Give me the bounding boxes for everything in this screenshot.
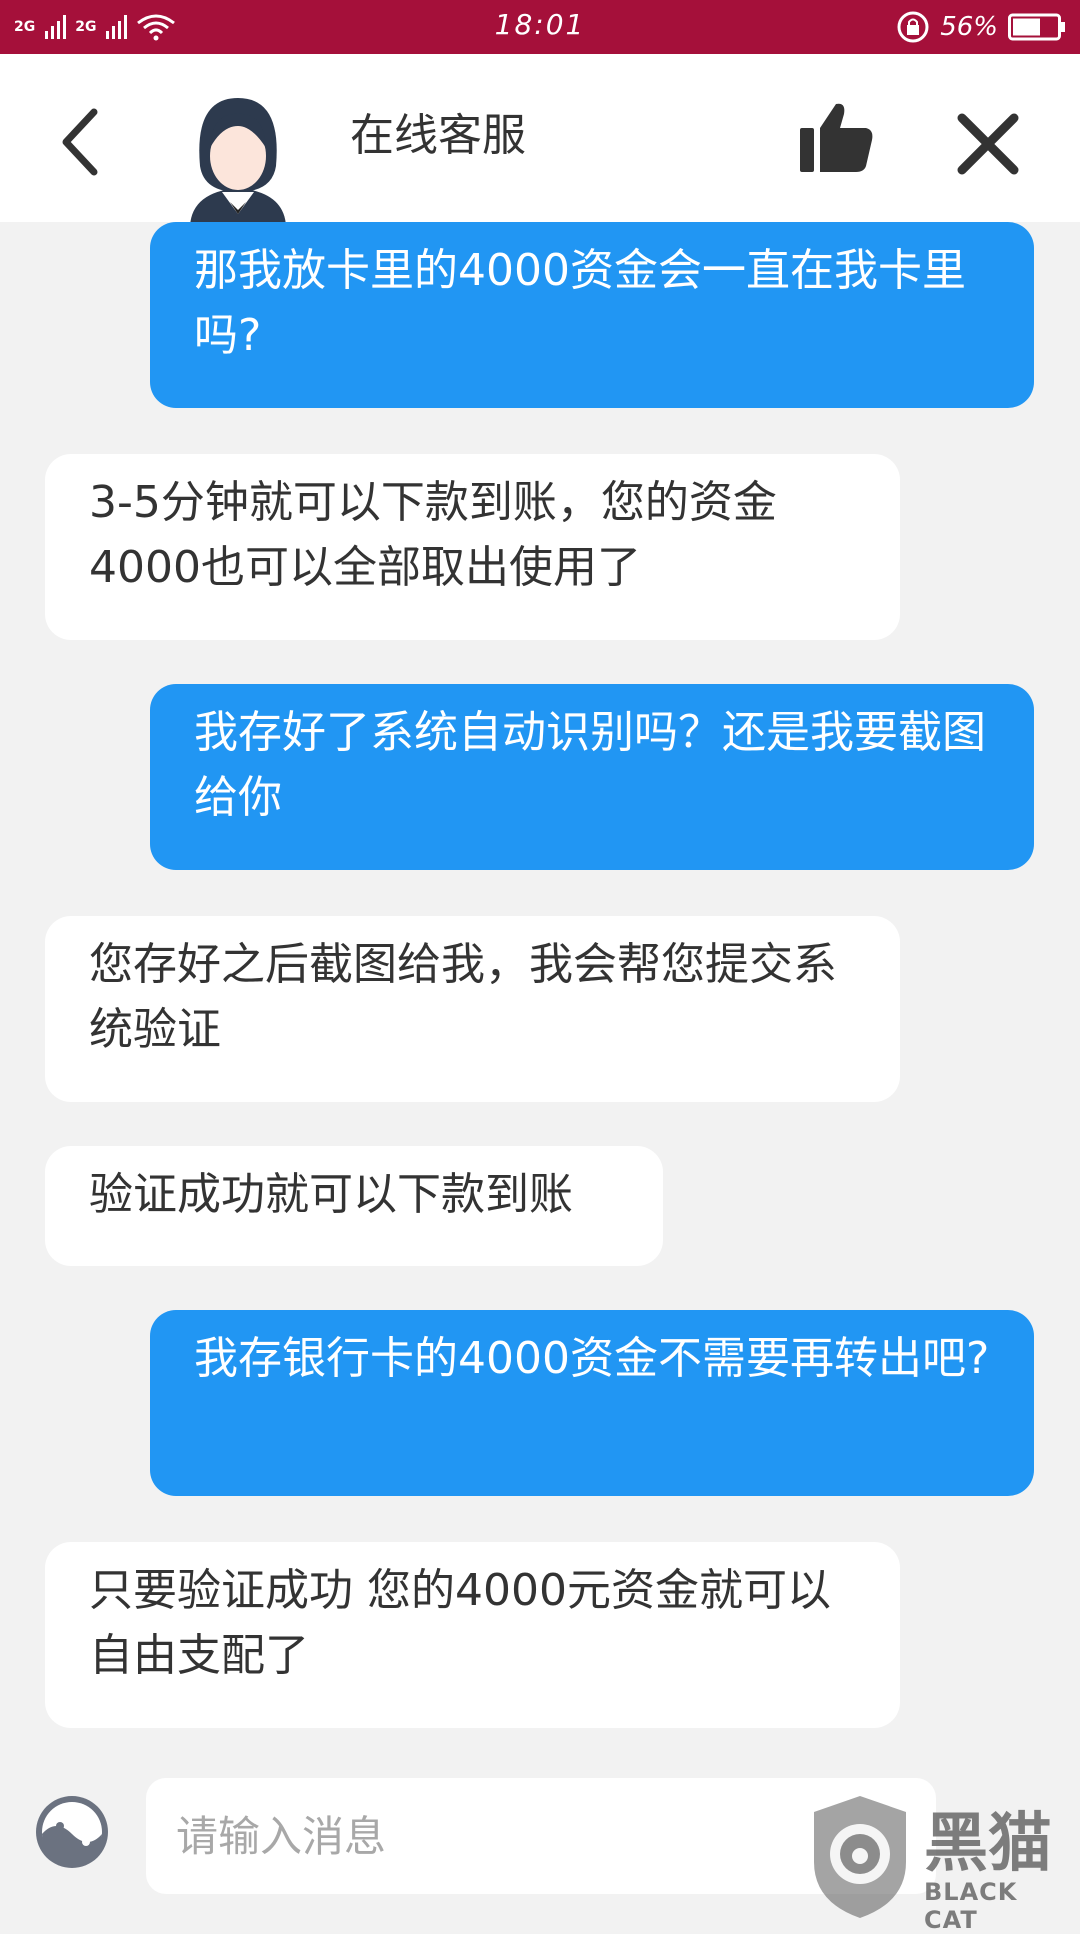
message-text: 那我放卡里的4000资金会一直在我卡里吗? xyxy=(194,245,966,361)
user-message-bubble: 那我放卡里的4000资金会一直在我卡里吗? xyxy=(150,222,1034,408)
back-button[interactable] xyxy=(52,102,116,182)
chat-header: 在线客服 xyxy=(0,54,1080,226)
rotation-lock-icon xyxy=(897,11,929,43)
emoji-button[interactable] xyxy=(30,1790,114,1874)
user-message-bubble: 我存银行卡的4000资金不需要再转出吧? xyxy=(150,1310,1034,1496)
watermark-text: 黑猫 xyxy=(924,1807,1052,1881)
battery-percentage: 56% xyxy=(940,12,998,42)
battery-icon xyxy=(1008,13,1065,41)
watermark: 黑猫 BLACK CAT xyxy=(806,1792,1080,1934)
agent-message-bubble: 只要验证成功 您的4000元资金就可以自由支配了 xyxy=(45,1542,900,1728)
agent-message-bubble: 3-5分钟就可以下款到账，您的资金4000也可以全部取出使用了 xyxy=(45,454,900,640)
back-icon xyxy=(62,108,98,176)
thumbs-up-icon xyxy=(800,103,873,172)
message-text: 我存银行卡的4000资金不需要再转出吧? xyxy=(194,1333,990,1384)
message-text: 您存好之后截图给我，我会帮您提交系统验证 xyxy=(89,939,837,1055)
close-button[interactable] xyxy=(952,108,1024,180)
agent-message-bubble: 您存好之后截图给我，我会帮您提交系统验证 xyxy=(45,916,900,1102)
user-message-bubble: 我存好了系统自动识别吗？还是我要截图给你 xyxy=(150,684,1034,870)
message-text: 只要验证成功 您的4000元资金就可以自由支配了 xyxy=(89,1565,831,1681)
watermark-subtext: BLACK CAT xyxy=(924,1878,1018,1934)
black-cat-logo-icon xyxy=(814,1796,906,1918)
page-title: 在线客服 xyxy=(350,110,526,161)
emoji-icon xyxy=(36,1796,108,1868)
message-text: 3-5分钟就可以下款到账，您的资金4000也可以全部取出使用了 xyxy=(89,477,777,593)
agent-message-bubble: 验证成功就可以下款到账 xyxy=(45,1146,663,1266)
message-text: 验证成功就可以下款到账 xyxy=(89,1169,573,1220)
message-text: 我存好了系统自动识别吗？还是我要截图给你 xyxy=(194,707,986,823)
status-bar: 2G 2G 18:01 56% xyxy=(0,0,1080,54)
close-icon xyxy=(957,113,1019,175)
like-button[interactable] xyxy=(796,98,876,178)
agent-avatar xyxy=(172,96,304,226)
